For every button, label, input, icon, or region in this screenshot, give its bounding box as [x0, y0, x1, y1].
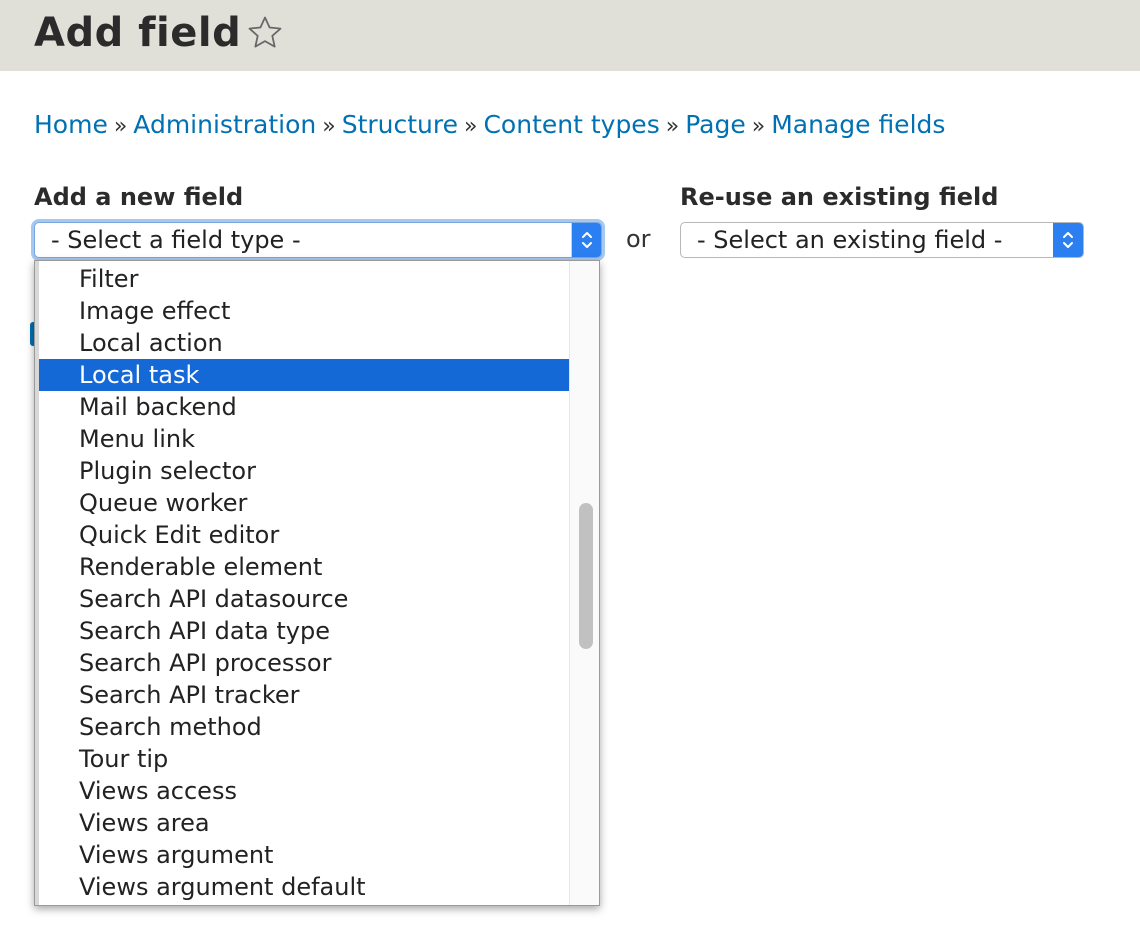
dropdown-list: Filter Image effect Local action Local t…	[39, 263, 569, 903]
dropdown-option[interactable]: Views argument default	[39, 871, 569, 903]
breadcrumb-separator: »	[322, 114, 336, 139]
dropdown-option[interactable]: Views area	[39, 807, 569, 839]
dropdown-option[interactable]: Filter	[39, 263, 569, 295]
dropdown-option[interactable]: Renderable element	[39, 551, 569, 583]
add-new-field-label: Add a new field	[34, 183, 244, 211]
breadcrumb-home-link[interactable]: Home	[34, 110, 108, 139]
breadcrumb-separator: »	[751, 114, 766, 139]
dropdown-option[interactable]: Queue worker	[39, 487, 569, 519]
dropdown-option-highlighted[interactable]: Local task	[39, 359, 569, 391]
dropdown-option[interactable]: Search API data type	[39, 615, 569, 647]
dropdown-option[interactable]: Local action	[39, 327, 569, 359]
dropdown-option[interactable]: Tour tip	[39, 743, 569, 775]
dropdown-option[interactable]: Menu link	[39, 423, 569, 455]
breadcrumb-separator: »	[113, 114, 128, 139]
field-type-dropdown[interactable]: Filter Image effect Local action Local t…	[34, 260, 600, 906]
star-icon[interactable]	[246, 14, 284, 52]
breadcrumb-manage-fields-link[interactable]: Manage fields	[771, 110, 945, 139]
dropdown-option[interactable]: Quick Edit editor	[39, 519, 569, 551]
field-type-select-value: - Select a field type -	[51, 226, 301, 254]
breadcrumb-separator: »	[665, 114, 680, 139]
existing-field-select[interactable]: - Select an existing field -	[680, 222, 1084, 258]
breadcrumb-separator: »	[464, 114, 478, 139]
dropdown-option[interactable]: Mail backend	[39, 391, 569, 423]
dropdown-option[interactable]: Plugin selector	[39, 455, 569, 487]
dropdown-option[interactable]: Search API tracker	[39, 679, 569, 711]
breadcrumb: Home» Administration» Structure» Content ty…	[34, 108, 945, 142]
field-type-select[interactable]: - Select a field type -	[34, 222, 602, 258]
existing-field-select-value: - Select an existing field -	[697, 226, 1003, 254]
page-header: Add field	[0, 0, 1140, 71]
breadcrumb-structure-link[interactable]: Structure	[342, 110, 458, 139]
or-text: or	[626, 225, 651, 253]
dropdown-scrollbar[interactable]	[569, 261, 599, 905]
breadcrumb-administration-link[interactable]: Administration	[133, 110, 316, 139]
reuse-existing-field-label: Re-use an existing field	[680, 183, 999, 211]
breadcrumb-page-link[interactable]: Page	[685, 110, 746, 139]
dropdown-option[interactable]: Search API datasource	[39, 583, 569, 615]
dropdown-option[interactable]: Image effect	[39, 295, 569, 327]
dropdown-option[interactable]: Search method	[39, 711, 569, 743]
select-stepper-icon	[571, 223, 601, 257]
dropdown-option[interactable]: Search API processor	[39, 647, 569, 679]
dropdown-option[interactable]: Views access	[39, 775, 569, 807]
breadcrumb-content-types-link[interactable]: Content types	[483, 110, 659, 139]
dropdown-option[interactable]: Views argument	[39, 839, 569, 871]
page-title: Add field	[34, 10, 242, 56]
scrollbar-thumb[interactable]	[579, 503, 593, 649]
select-stepper-icon	[1053, 223, 1083, 257]
